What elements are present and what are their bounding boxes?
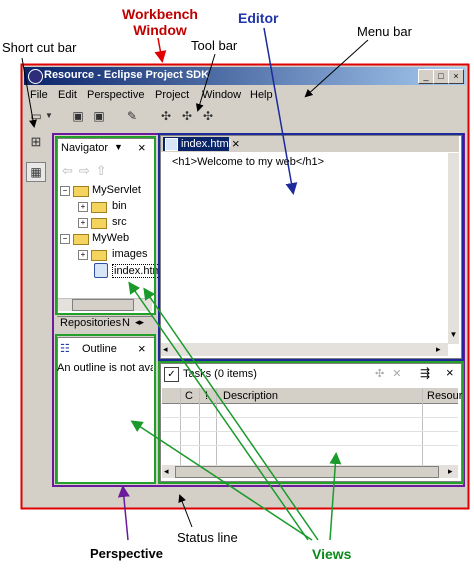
views-arrow xyxy=(143,287,319,541)
views-arrow xyxy=(128,281,309,541)
perspective-border xyxy=(52,133,465,487)
views-arrow xyxy=(329,452,342,541)
tasks-view-border xyxy=(158,361,464,484)
menu-bar-arrow xyxy=(304,39,369,98)
workbench-arrow xyxy=(154,37,167,63)
editor-arrow xyxy=(263,27,298,195)
shortcut-bar-arrow xyxy=(21,57,37,128)
perspective-arrow xyxy=(117,485,130,541)
annotation-overlay xyxy=(20,27,470,541)
workbench-border xyxy=(20,63,470,510)
tool-bar-arrow xyxy=(195,53,216,112)
navigator-view-border xyxy=(55,136,156,315)
editor-border xyxy=(158,133,464,361)
status-line-arrow xyxy=(178,494,193,528)
outline-view-border xyxy=(55,334,156,484)
